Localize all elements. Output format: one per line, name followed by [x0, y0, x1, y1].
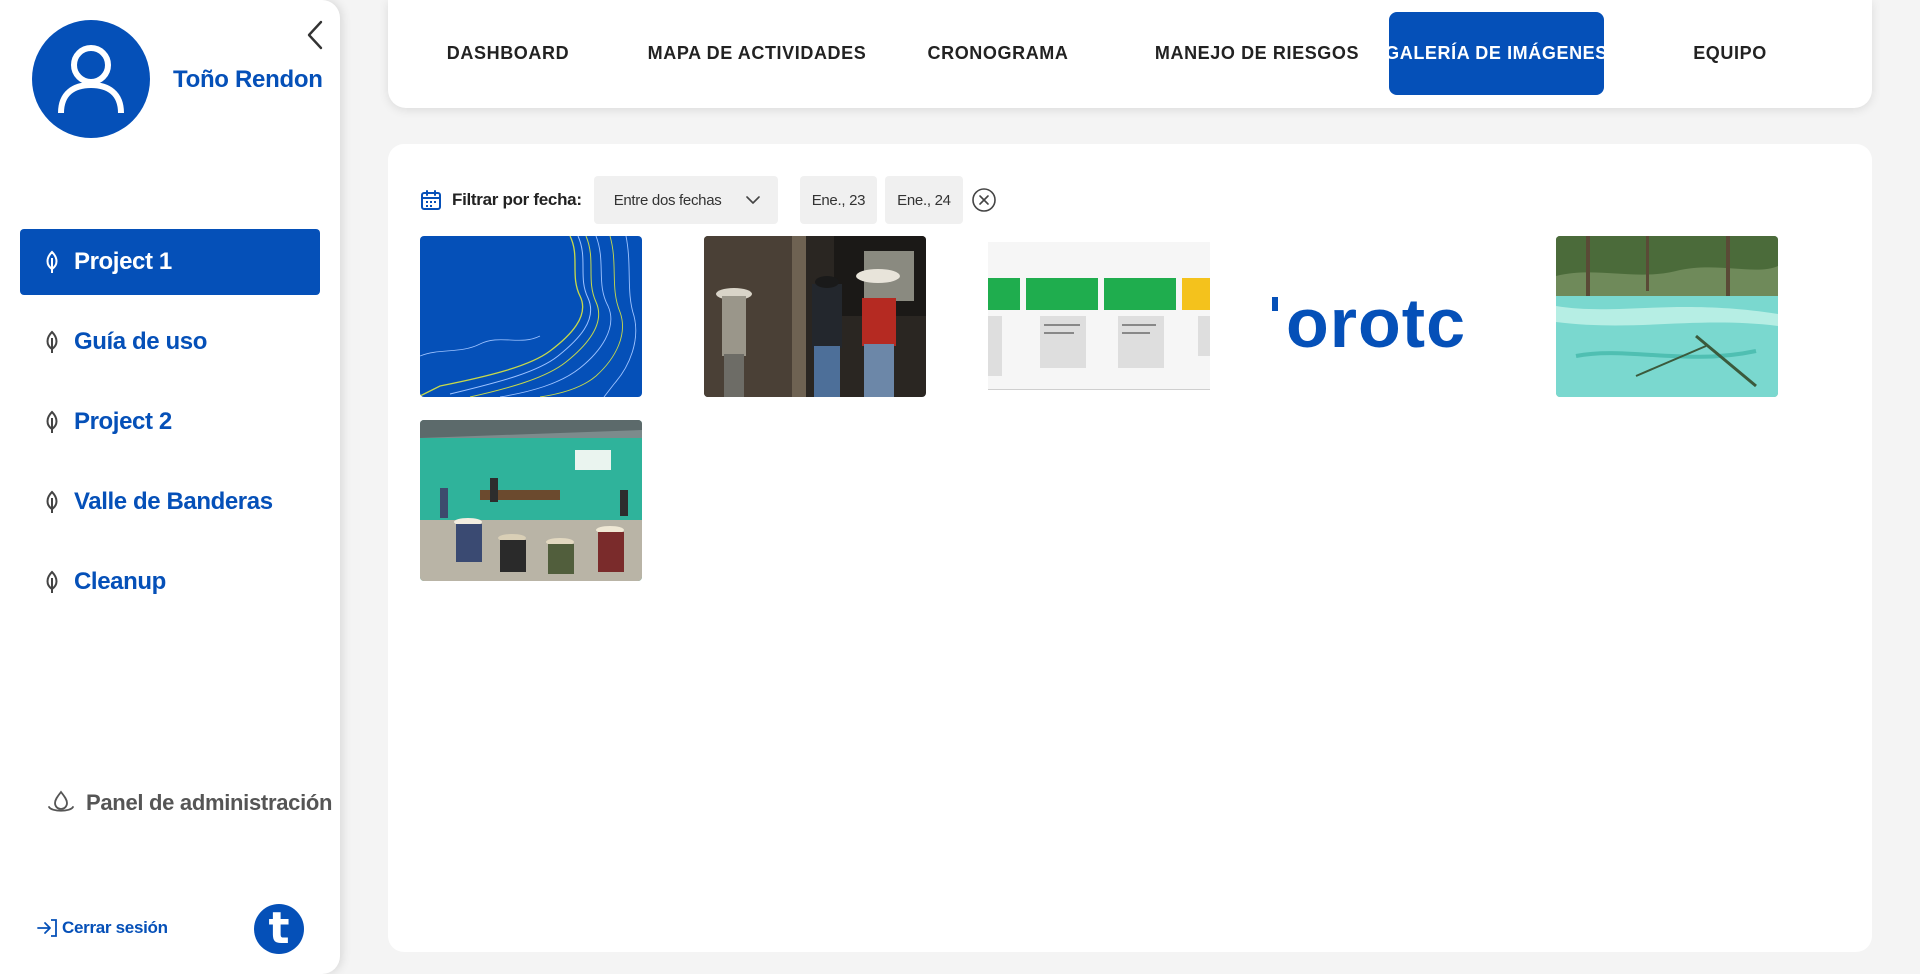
- brand-logo: t: [254, 904, 304, 954]
- leaf-icon: [46, 410, 58, 433]
- men-in-hats-image: [704, 236, 926, 397]
- chevron-left-icon: [307, 20, 323, 50]
- logout-icon: [37, 919, 57, 937]
- tab-dashboard[interactable]: DASHBOARD: [428, 12, 588, 95]
- tab-label: GALERÍA DE IMÁGENES: [1385, 43, 1608, 63]
- image-gallery: Filtrar por fecha: Entre dos fechas Ene.…: [388, 144, 1872, 952]
- project-nav: Project 1 Guía de uso Project 2 Valle de…: [20, 229, 320, 629]
- select-value: Entre dos fechas: [613, 191, 722, 209]
- date-range-mode-select[interactable]: Entre dos fechas: [593, 176, 778, 224]
- sidebar-item-label: Guía de uso: [74, 328, 207, 355]
- sidebar-item-label: Project 1: [74, 248, 172, 275]
- start-date-value: Ene., 23: [811, 191, 866, 209]
- brand-logo-letter: t: [268, 903, 290, 954]
- admin-panel-link[interactable]: Panel de administración: [46, 790, 332, 816]
- kanban-board-image: [988, 236, 1210, 397]
- sidebar-item-cleanup[interactable]: Cleanup: [20, 549, 320, 615]
- gallery-image-company-logo[interactable]: orotc: [1272, 236, 1494, 397]
- collapse-sidebar-button[interactable]: [302, 18, 328, 52]
- sidebar-item-project-1[interactable]: Project 1: [20, 229, 320, 295]
- logo-text: orotc: [1286, 284, 1466, 362]
- sidebar: Toño Rendon Project 1 Guía de uso Projec…: [0, 0, 340, 974]
- leaf-icon: [46, 330, 58, 353]
- sidebar-item-label: Valle de Banderas: [74, 488, 273, 515]
- leaf-icon: [46, 490, 58, 513]
- tab-label: CRONOGRAMA: [927, 43, 1069, 63]
- tab-mapa-de-actividades[interactable]: MAPA DE ACTIVIDADES: [648, 12, 866, 95]
- logout-link[interactable]: Cerrar sesión: [36, 918, 168, 938]
- gallery-image-kanban-board[interactable]: [988, 236, 1210, 397]
- tab-manejo-de-riesgos[interactable]: MANEJO DE RIESGOS: [1152, 12, 1362, 95]
- water-drop-icon: [48, 790, 74, 812]
- turquoise-river-image: [1556, 236, 1778, 397]
- close-circle-icon: [971, 188, 996, 212]
- tab-label: EQUIPO: [1693, 43, 1767, 63]
- sidebar-item-valle-de-banderas[interactable]: Valle de Banderas: [20, 469, 320, 535]
- company-logo-image: orotc: [1272, 236, 1494, 397]
- user-name: Toño Rendon: [173, 66, 323, 93]
- contour-map-image: [420, 236, 642, 397]
- gallery-image-men-in-hats[interactable]: [704, 236, 926, 397]
- end-date-value: Ene., 24: [897, 191, 951, 209]
- filter-label: Filtrar por fecha:: [452, 190, 582, 209]
- tab-label: MAPA DE ACTIVIDADES: [647, 43, 867, 63]
- gallery-image-contour-map[interactable]: [420, 236, 642, 397]
- tab-label: MANEJO DE RIESGOS: [1154, 43, 1360, 63]
- sidebar-item-guia-de-uso[interactable]: Guía de uso: [20, 309, 320, 375]
- admin-panel-label: Panel de administración: [86, 790, 333, 815]
- clear-filter-button[interactable]: [971, 187, 997, 213]
- calendar-icon: [421, 190, 441, 210]
- end-date-field[interactable]: Ene., 24: [885, 176, 963, 224]
- tab-label: DASHBOARD: [446, 43, 570, 63]
- community-meeting-image: [420, 420, 642, 581]
- tab-equipo[interactable]: EQUIPO: [1650, 12, 1810, 95]
- sidebar-item-label: Project 2: [74, 408, 172, 435]
- sidebar-item-label: Cleanup: [74, 568, 166, 595]
- gallery-image-community-meeting[interactable]: [420, 420, 642, 581]
- logout-label: Cerrar sesión: [62, 918, 168, 937]
- gallery-image-turquoise-river[interactable]: [1556, 236, 1778, 397]
- start-date-field[interactable]: Ene., 23: [799, 176, 878, 224]
- leaf-icon: [46, 570, 58, 593]
- avatar[interactable]: [32, 20, 150, 138]
- date-filter: Filtrar por fecha: Entre dos fechas Ene.…: [420, 176, 997, 224]
- user-icon: [58, 45, 124, 114]
- sidebar-item-project-2[interactable]: Project 2: [20, 389, 320, 455]
- chevron-down-icon: [745, 195, 760, 204]
- leaf-icon: [46, 250, 58, 273]
- section-tabs: DASHBOARD MAPA DE ACTIVIDADES CRONOGRAMA…: [388, 0, 1872, 108]
- tab-cronograma[interactable]: CRONOGRAMA: [918, 12, 1078, 95]
- tab-galeria-de-imagenes[interactable]: GALERÍA DE IMÁGENES: [1385, 12, 1607, 95]
